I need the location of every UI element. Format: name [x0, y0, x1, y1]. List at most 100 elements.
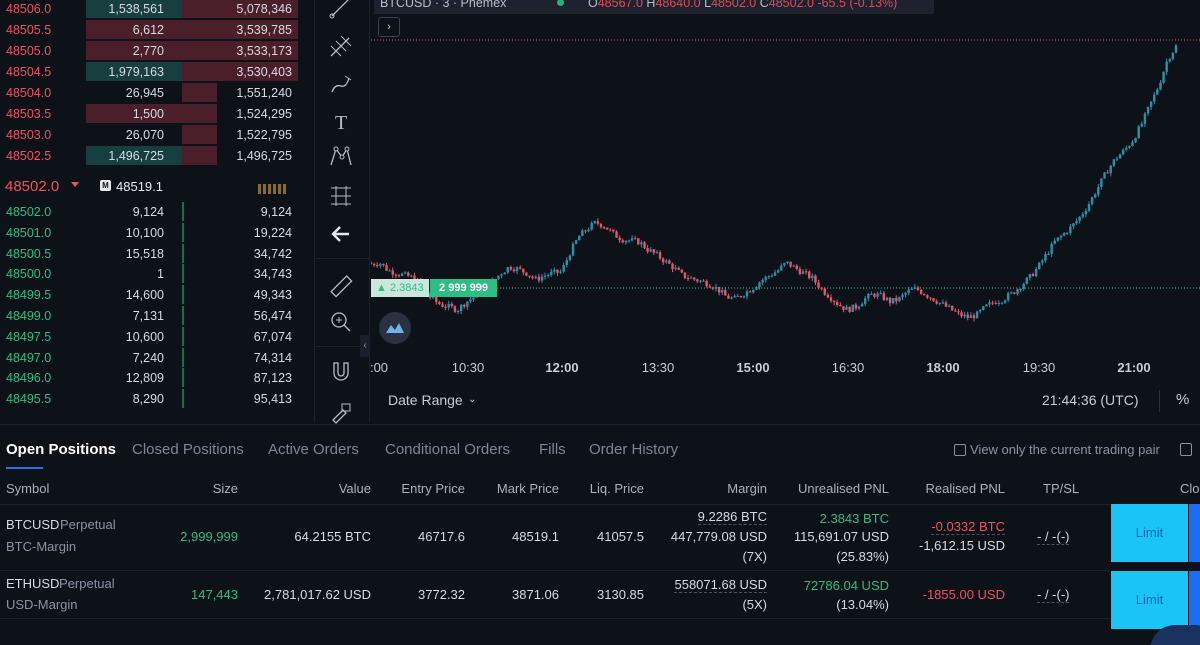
bid-row[interactable]: 48502.0 9,124 9,124 — [0, 201, 300, 222]
candle — [792, 264, 795, 267]
bid-row[interactable]: 48496.0 12,809 87,123 — [0, 367, 300, 388]
chart-footer: Date Range ⌄ 21:44:36 (UTC) % — [371, 382, 1200, 422]
col-symbol: Symbol — [6, 481, 50, 496]
position-liq-price: 3130.85 — [597, 587, 644, 602]
position-margin[interactable]: 9.2286 BTC — [697, 509, 767, 525]
depth-precision-icon[interactable] — [258, 181, 292, 194]
candle — [733, 294, 736, 298]
ask-row[interactable]: 48504.0 26,945 1,551,240 — [0, 82, 300, 103]
candle — [1103, 171, 1106, 179]
candle — [1146, 106, 1150, 116]
col-close: Clo — [1180, 481, 1200, 496]
tab-active-orders[interactable]: Active Orders — [268, 441, 359, 458]
candle — [705, 279, 708, 288]
ask-row[interactable]: 48504.5 1,979,163 3,530,403 — [0, 61, 300, 82]
current-pair-checkbox[interactable] — [954, 444, 966, 456]
col-entry-price: Entry Price — [401, 481, 465, 496]
percent-scale-button[interactable]: % — [1176, 391, 1189, 408]
candle — [546, 273, 550, 278]
pattern-icon[interactable] — [327, 143, 355, 171]
settings-icon[interactable] — [1180, 443, 1192, 456]
candle — [658, 250, 662, 261]
tab-order-history[interactable]: Order History — [589, 441, 678, 458]
tab-closed-positions[interactable]: Closed Positions — [132, 441, 244, 458]
chevron-down-icon[interactable]: ⌄ — [468, 394, 476, 405]
bid-row[interactable]: 48497.0 7,240 74,314 — [0, 347, 300, 368]
brush-icon[interactable] — [327, 70, 355, 98]
close-market-button[interactable] — [1189, 504, 1200, 562]
bid-price: 48501.0 — [6, 225, 52, 240]
ask-row[interactable]: 48503.5 1,500 1,524,295 — [0, 103, 300, 124]
ask-row[interactable]: 48506.0 1,538,561 5,078,346 — [0, 0, 300, 19]
position-rpnl[interactable]: -0.0332 BTC — [931, 519, 1005, 535]
position-tp-sl[interactable]: - / -(-) — [1037, 587, 1070, 603]
order-book-mid: 48502.0 M 48519.1 — [0, 175, 300, 199]
tab-fills[interactable]: Fills — [539, 441, 566, 458]
back-arrow-icon[interactable] — [327, 220, 355, 248]
candle — [1140, 121, 1144, 128]
bid-row[interactable]: 48501.0 10,100 19,224 — [0, 222, 300, 243]
utc-clock[interactable]: 21:44:36 (UTC) — [1042, 392, 1138, 408]
candle — [1162, 71, 1165, 84]
candle — [885, 296, 889, 302]
position-line-label[interactable]: ▲ 2.3843 2 999 999 — [371, 279, 497, 297]
candle — [926, 294, 929, 300]
ask-row[interactable]: 48505.5 6,612 3,539,785 — [0, 19, 300, 40]
bid-row[interactable]: 48499.5 14,600 49,343 — [0, 284, 300, 305]
ask-row[interactable]: 48502.5 1,496,725 1,496,725 — [0, 145, 300, 166]
collapse-toolbar-button[interactable]: ‹ — [360, 335, 370, 357]
ask-row[interactable]: 48503.0 26,070 1,522,795 — [0, 124, 300, 145]
candle — [1053, 237, 1056, 245]
ask-row[interactable]: 48505.0 2,770 3,533,173 — [0, 40, 300, 61]
candle — [801, 268, 805, 275]
candle — [727, 293, 730, 299]
date-range-button[interactable]: Date Range — [388, 392, 463, 408]
candle — [410, 274, 413, 278]
text-icon[interactable]: T — [327, 107, 355, 135]
bid-row[interactable]: 48497.5 10,600 67,074 — [0, 326, 300, 347]
tab-conditional-orders[interactable]: Conditional Orders — [385, 441, 510, 458]
expand-legend-button[interactable]: › — [378, 17, 400, 37]
position-rpnl: -1855.00 USD — [922, 587, 1005, 602]
ruler-icon[interactable] — [327, 272, 355, 300]
candle — [1044, 251, 1047, 263]
zoom-in-icon[interactable] — [327, 308, 355, 336]
lock-draw-icon[interactable] — [327, 396, 355, 424]
total-depth-bar — [182, 125, 217, 144]
position-symbol[interactable]: BTCUSD — [6, 517, 59, 532]
price-chart[interactable]: BTCUSD · 3 · Phemex O48567.0 H48640.0 L4… — [371, 0, 1200, 382]
col-size: Size — [212, 481, 238, 496]
candle — [537, 273, 541, 283]
position-symbol[interactable]: ETHUSD — [6, 576, 59, 591]
position-type: Perpetual — [60, 517, 116, 532]
bid-row[interactable]: 48500.0 1 34,743 — [0, 263, 300, 284]
candle — [1075, 218, 1078, 225]
close-limit-button[interactable]: Limit — [1111, 504, 1188, 562]
position-tp-sl[interactable]: - / -(-) — [1037, 529, 1070, 545]
fib-icon[interactable] — [327, 32, 355, 60]
bid-row[interactable]: 48499.0 7,131 56,474 — [0, 305, 300, 326]
total-depth-bar — [182, 83, 217, 102]
col-tp-sl: TP/SL — [1043, 481, 1080, 496]
candle — [823, 287, 826, 296]
close-limit-button[interactable]: Limit — [1111, 571, 1188, 629]
candle — [907, 286, 910, 296]
candle — [842, 306, 845, 313]
tab-open-positions[interactable]: Open Positions — [6, 441, 116, 458]
candle — [652, 249, 656, 255]
position-margin[interactable]: 558071.68 USD — [674, 577, 767, 593]
trend-line-icon[interactable] — [327, 0, 355, 22]
col-mark-price: Mark Price — [496, 481, 559, 496]
close-market-button[interactable] — [1189, 571, 1200, 629]
candle — [876, 291, 879, 300]
bid-row[interactable]: 48495.5 8,290 95,413 — [0, 388, 300, 409]
current-pair-label[interactable]: View only the current trading pair — [970, 442, 1160, 457]
candle — [1006, 291, 1010, 303]
magnet-icon[interactable] — [327, 358, 355, 386]
projection-icon[interactable] — [327, 182, 355, 210]
bid-row[interactable]: 48500.5 15,518 34,742 — [0, 243, 300, 264]
time-axis-label: 10:30 — [451, 360, 485, 375]
position-upnl: 2.3843 BTC — [819, 511, 889, 526]
bid-total: 74,314 — [253, 350, 292, 365]
candle — [1025, 277, 1029, 285]
